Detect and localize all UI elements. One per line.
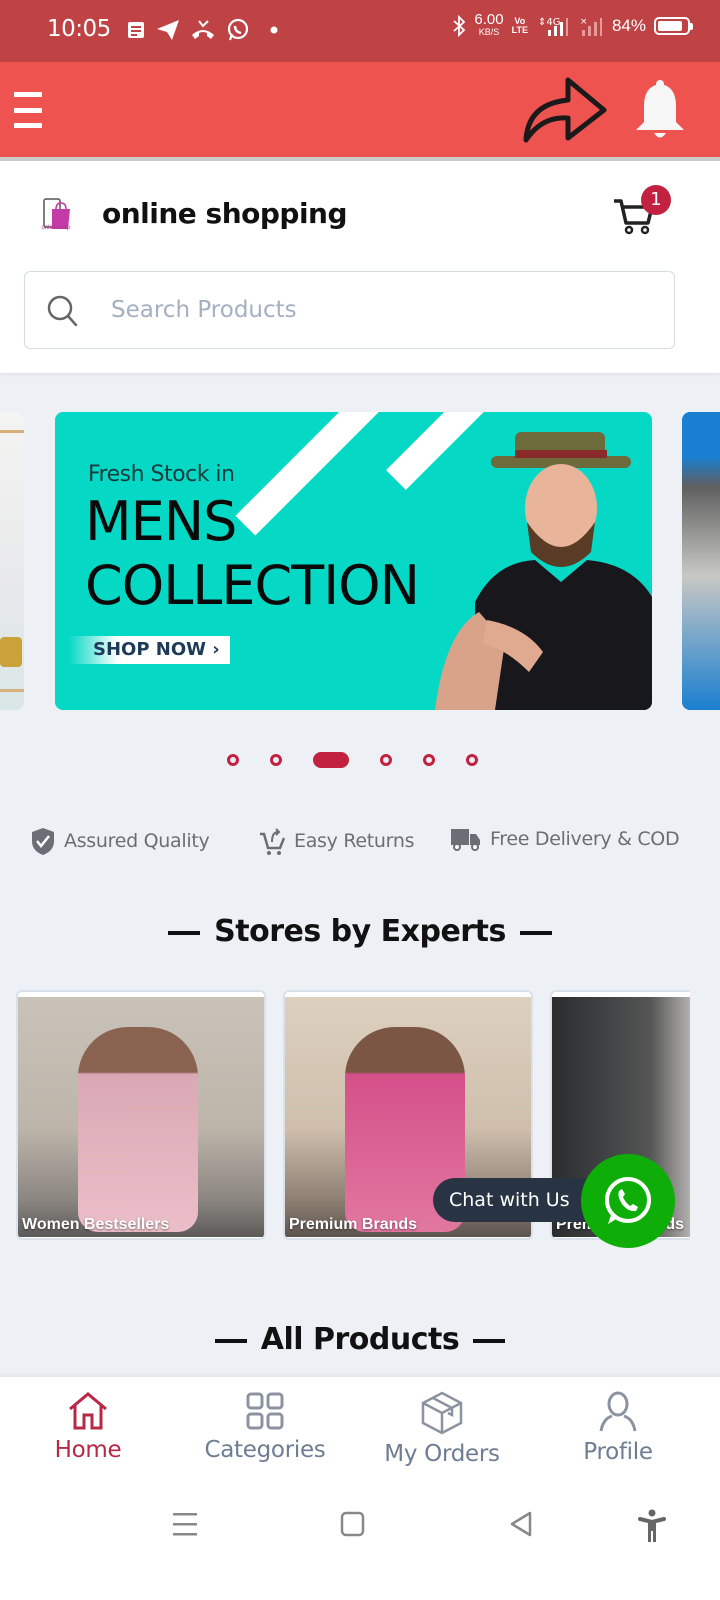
carousel-dot[interactable] xyxy=(423,754,435,766)
battery-icon xyxy=(654,17,693,35)
hamburger-menu-icon[interactable] xyxy=(14,92,42,128)
all-products-section-title: All Products xyxy=(0,1322,720,1357)
nav-profile[interactable]: Profile xyxy=(538,1391,698,1465)
svg-text:×: × xyxy=(580,17,588,27)
notification-icons xyxy=(126,18,280,42)
battery-fill xyxy=(658,21,682,31)
nav-home[interactable]: Home xyxy=(8,1391,168,1463)
banner-slide-next[interactable] xyxy=(682,412,720,710)
carousel-dot[interactable] xyxy=(270,754,282,766)
cart-count-badge: 1 xyxy=(641,185,671,215)
store-card[interactable]: Women Bestsellers xyxy=(16,990,266,1240)
carousel-dot-active[interactable] xyxy=(313,752,349,768)
stores-section-title: Stores by Experts xyxy=(0,914,720,949)
shield-check-icon xyxy=(32,828,54,855)
home-icon xyxy=(69,1392,107,1430)
grid-icon xyxy=(246,1392,284,1430)
store-label: Premium Brands xyxy=(289,1216,418,1233)
feature-free-delivery: Free Delivery & COD xyxy=(450,826,680,852)
back-icon[interactable] xyxy=(508,1509,534,1539)
signal-4g-icon: ⇕4G xyxy=(538,17,568,36)
shop-now-button[interactable]: SHOP NOW › xyxy=(69,636,230,664)
box-icon xyxy=(421,1391,463,1435)
system-navigation-bar xyxy=(0,1485,720,1600)
feature-easy-returns: Easy Returns xyxy=(258,826,414,856)
app-bar xyxy=(0,62,720,157)
net-speed: 6.00 KB/S xyxy=(474,11,504,37)
banner-model-image xyxy=(435,432,652,710)
volte-indicator: Vo LTE xyxy=(511,16,528,35)
nav-my-orders[interactable]: My Orders xyxy=(362,1391,522,1467)
store-header: onlineshop online shopping 1 xyxy=(0,161,720,373)
banner-carousel[interactable]: Fresh Stock in MENS COLLECTION SHOP NOW … xyxy=(0,412,720,710)
carousel-dot[interactable] xyxy=(380,754,392,766)
system-indicators: 6.00 KB/S Vo LTE ⇕4G × 84% xyxy=(452,11,693,38)
brand-name: online shopping xyxy=(102,197,348,230)
banner-title: MENS COLLECTION xyxy=(85,490,420,617)
carousel-pagination xyxy=(0,752,720,768)
logo-text: onlineshop xyxy=(41,225,71,231)
search-input[interactable] xyxy=(111,288,651,332)
home-square-icon[interactable] xyxy=(340,1509,366,1539)
accessibility-icon[interactable] xyxy=(638,1509,666,1543)
whatsapp-icon xyxy=(605,1177,651,1224)
signal-no-service-icon: × xyxy=(580,17,602,36)
nav-categories[interactable]: Categories xyxy=(185,1391,345,1463)
telegram-icon xyxy=(157,20,179,40)
banner-kicker: Fresh Stock in xyxy=(88,462,235,487)
carousel-dot[interactable] xyxy=(466,754,478,766)
banner-slide-previous[interactable] xyxy=(0,412,24,710)
whatsapp-chat-button[interactable] xyxy=(581,1154,675,1248)
recents-icon[interactable] xyxy=(172,1509,198,1539)
bottom-navigation: Home Categories My Orders Profile xyxy=(0,1377,720,1485)
banner-slide-current[interactable]: Fresh Stock in MENS COLLECTION SHOP NOW … xyxy=(55,412,652,710)
status-time: 10:05 xyxy=(47,16,111,42)
notes-icon xyxy=(128,22,144,38)
search-bar[interactable] xyxy=(24,271,675,349)
bluetooth-icon xyxy=(453,15,466,37)
carousel-dot[interactable] xyxy=(227,754,239,766)
features-row: Assured Quality Easy Returns Free Delive… xyxy=(0,826,720,866)
delivery-truck-icon xyxy=(451,829,480,851)
missed-call-icon xyxy=(192,20,214,39)
whatsapp-status-icon xyxy=(227,18,249,41)
bell-icon[interactable] xyxy=(632,78,688,142)
share-arrow-icon[interactable] xyxy=(520,74,610,144)
feature-assured-quality: Assured Quality xyxy=(30,826,210,856)
battery-percent: 84% xyxy=(611,16,646,35)
user-icon xyxy=(599,1391,637,1432)
cart-return-icon xyxy=(260,828,286,855)
search-icon xyxy=(47,295,78,327)
svg-text:⇕4G: ⇕4G xyxy=(538,17,561,28)
store-image xyxy=(18,997,264,1237)
status-bar: 10:05 6.00 KB/S Vo LTE ⇕4G × 84% xyxy=(0,0,720,62)
dot-icon xyxy=(270,26,278,34)
store-label: Women Bestsellers xyxy=(22,1216,170,1233)
